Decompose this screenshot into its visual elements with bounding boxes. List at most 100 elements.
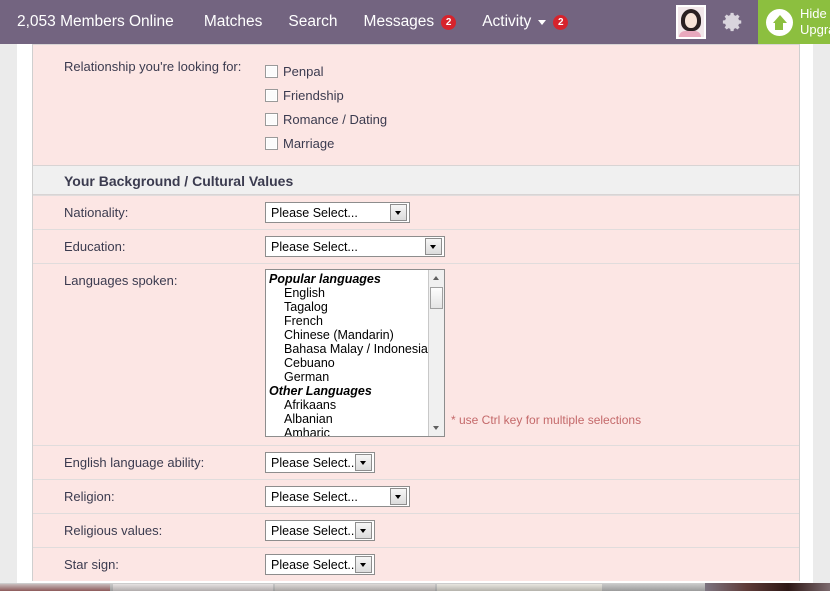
nav-label-matches: Matches: [203, 13, 263, 30]
option-chinese-mandarin[interactable]: Chinese (Mandarin): [266, 328, 428, 342]
chevron-down-icon: [425, 238, 442, 255]
star-sign-select[interactable]: Please Select...: [265, 554, 375, 575]
languages-listbox[interactable]: Popular languages English Tagalog French…: [265, 269, 445, 437]
form-row-religion: Religion: Please Select...: [33, 479, 799, 513]
checkbox-label-romance-dating[interactable]: Romance / Dating: [283, 112, 387, 127]
option-german[interactable]: German: [266, 370, 428, 384]
form-row-religious-values: Religious values: Please Select...: [33, 513, 799, 547]
nav-label-activity: Activity: [482, 13, 532, 30]
checkbox-penpal[interactable]: [265, 64, 278, 78]
gear-icon[interactable]: [722, 11, 744, 33]
option-french[interactable]: French: [266, 314, 428, 328]
option-amharic[interactable]: Amharic: [266, 426, 428, 436]
option-afrikaans[interactable]: Afrikaans: [266, 398, 428, 412]
scroll-up-arrow-icon[interactable]: [429, 270, 444, 285]
religion-select-value: Please Select...: [271, 489, 358, 504]
nationality-select-value: Please Select...: [271, 205, 358, 220]
checkbox-label-penpal[interactable]: Penpal: [283, 64, 323, 79]
option-bahasa-malay-indonesian[interactable]: Bahasa Malay / Indonesian: [266, 342, 435, 356]
education-select[interactable]: Please Select...: [265, 236, 445, 257]
nav-item-activity[interactable]: Activity 2: [482, 13, 569, 31]
relationship-options: Penpal Friendship Romance / Dating Marri…: [265, 45, 799, 155]
education-label: Education:: [64, 239, 126, 254]
nav-item-matches[interactable]: Matches: [204, 13, 263, 31]
chevron-down-icon: [355, 522, 372, 539]
checkbox-label-marriage[interactable]: Marriage: [283, 136, 334, 151]
option-albanian[interactable]: Albanian: [266, 412, 428, 426]
desktop-taskbar[interactable]: [0, 583, 830, 591]
nav-item-messages[interactable]: Messages 2: [364, 13, 457, 31]
form-row-education: Education: Please Select...: [33, 229, 799, 263]
education-select-value: Please Select...: [271, 239, 358, 254]
english-language-ability-field: Please Select...: [265, 446, 799, 473]
english-language-ability-label: English language ability:: [64, 455, 205, 470]
checkbox-row-friendship[interactable]: Friendship: [265, 83, 799, 107]
avatar-face: [685, 13, 697, 28]
avatar-shoulders: [679, 31, 701, 37]
religion-field: Please Select...: [265, 480, 799, 507]
upgrade-button-text: Hide Yo Upgrad: [800, 6, 830, 38]
religious-values-field: Please Select...: [265, 514, 799, 541]
taskbar-button[interactable]: [275, 584, 435, 591]
profile-form: Relationship you're looking for: Penpal …: [32, 44, 800, 581]
checkbox-row-marriage[interactable]: Marriage: [265, 131, 799, 155]
optgroup-other-languages: Other Languages: [269, 384, 372, 398]
form-row-nationality: Nationality: Please Select...: [33, 195, 799, 229]
checkbox-row-romance-dating[interactable]: Romance / Dating: [265, 107, 799, 131]
upgrade-line-1: Hide Yo: [800, 6, 830, 21]
form-row-languages-spoken: Languages spoken: Popular languages Engl…: [33, 263, 799, 445]
religious-values-select[interactable]: Please Select...: [265, 520, 375, 541]
form-row-relationship: Relationship you're looking for: Penpal …: [33, 44, 799, 165]
members-online-label: 2,053 Members Online: [17, 13, 174, 30]
nav-links-group: 2,053 Members Online Matches Search Mess…: [17, 0, 594, 44]
checkbox-row-penpal[interactable]: Penpal: [265, 59, 799, 83]
chevron-down-icon: [390, 204, 407, 221]
scroll-down-arrow-icon[interactable]: [429, 421, 444, 436]
nationality-label: Nationality:: [64, 205, 129, 220]
star-sign-field: Please Select...: [265, 548, 799, 575]
checkbox-marriage[interactable]: [265, 136, 278, 150]
taskbar-button[interactable]: [0, 584, 110, 591]
upgrade-button[interactable]: Hide Yo Upgrad: [758, 0, 830, 44]
optgroup-popular-languages: Popular languages: [269, 272, 381, 286]
form-row-english-language-ability: English language ability: Please Select.…: [33, 445, 799, 479]
top-navigation-bar: 2,053 Members Online Matches Search Mess…: [0, 0, 830, 44]
messages-badge: 2: [441, 14, 457, 30]
screen: 2,053 Members Online Matches Search Mess…: [0, 0, 830, 591]
option-tagalog[interactable]: Tagalog: [266, 300, 428, 314]
english-language-ability-select-value: Please Select...: [271, 455, 355, 470]
option-cebuano[interactable]: Cebuano: [266, 356, 428, 370]
religion-label: Religion:: [64, 489, 115, 504]
languages-hint-text: * use Ctrl key for multiple selections: [451, 413, 642, 427]
checkbox-label-friendship[interactable]: Friendship: [283, 88, 344, 103]
nav-label-search: Search: [288, 13, 338, 30]
star-sign-label: Star sign:: [64, 557, 119, 572]
checkbox-romance-dating[interactable]: [265, 112, 278, 126]
page-body: Relationship you're looking for: Penpal …: [17, 44, 813, 583]
nationality-select[interactable]: Please Select...: [265, 202, 410, 223]
english-language-ability-select[interactable]: Please Select...: [265, 452, 375, 473]
languages-listbox-scrollbar[interactable]: [428, 270, 444, 436]
chevron-down-icon: [355, 454, 372, 471]
nav-right-group: Hide Yo Upgrad: [676, 0, 830, 44]
scrollbar-thumb[interactable]: [430, 287, 443, 309]
section-header-background-cultural-values: Your Background / Cultural Values: [33, 165, 799, 195]
chevron-down-icon: [355, 556, 372, 573]
checkbox-friendship[interactable]: [265, 88, 278, 102]
education-field: Please Select...: [265, 230, 799, 257]
languages-spoken-label: Languages spoken:: [64, 273, 178, 288]
religion-select[interactable]: Please Select...: [265, 486, 410, 507]
religious-values-label: Religious values:: [64, 523, 163, 538]
religious-values-select-value: Please Select...: [271, 523, 355, 538]
chevron-down-icon: [538, 19, 547, 25]
taskbar-button[interactable]: [113, 584, 273, 591]
nav-item-search[interactable]: Search: [288, 13, 337, 31]
option-english[interactable]: English: [266, 286, 428, 300]
star-sign-select-value: Please Select...: [271, 557, 355, 572]
chevron-down-icon: [390, 488, 407, 505]
up-arrow-circle-icon: [766, 8, 793, 36]
avatar[interactable]: [676, 5, 706, 39]
taskbar-button[interactable]: [437, 584, 602, 591]
taskbar-thumbnail[interactable]: [705, 583, 830, 591]
upgrade-line-2: Upgrad: [800, 22, 830, 37]
